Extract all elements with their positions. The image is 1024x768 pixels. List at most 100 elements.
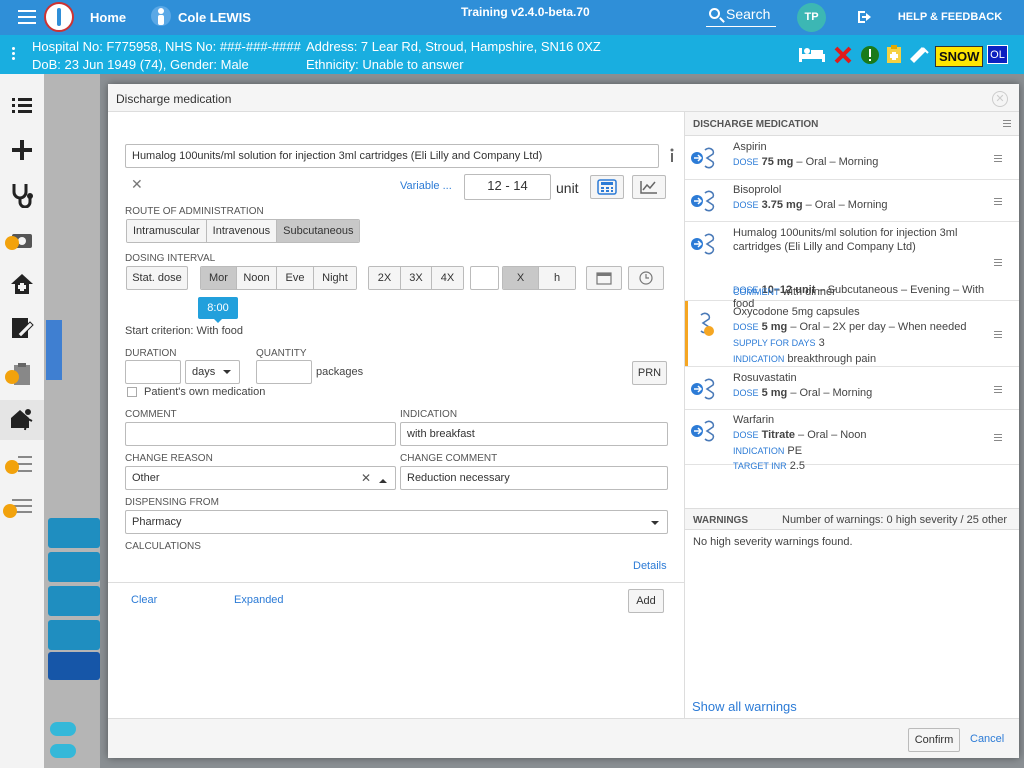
background-button	[48, 586, 100, 616]
indication-label: INDICATION	[400, 409, 458, 420]
item-menu-icon[interactable]	[994, 385, 1002, 395]
stethoscope-icon[interactable]	[8, 180, 36, 208]
list-icon[interactable]	[8, 92, 36, 120]
alert-icon[interactable]	[860, 45, 880, 65]
discharge-icon[interactable]	[8, 404, 36, 432]
quantity-input[interactable]	[256, 360, 312, 384]
calculator-button[interactable]	[590, 175, 624, 199]
home-add-icon[interactable]	[8, 270, 36, 298]
comment-input[interactable]	[125, 422, 396, 446]
medication-name: Bisoprolol	[733, 184, 782, 196]
item-menu-icon[interactable]	[994, 258, 1002, 268]
time-evening[interactable]: Eve	[277, 267, 314, 289]
home-link[interactable]: Home	[90, 10, 126, 25]
no-resus-icon[interactable]	[834, 46, 852, 64]
drug-name-field[interactable]: Humalog 100units/ml solution for injecti…	[125, 144, 659, 168]
medication-continue-icon	[691, 233, 715, 255]
time-morning[interactable]: Mor	[201, 267, 237, 289]
info-icon[interactable]	[668, 148, 676, 164]
medication-item[interactable]: Warfarin DOSE Titrate – Oral – Noon INDICA…	[685, 409, 1019, 472]
medication-item[interactable]: Oxycodone 5mg capsules DOSE 5 mg – Oral –…	[685, 301, 1019, 367]
freq-2x[interactable]: 2X	[369, 267, 401, 289]
route-intramuscular[interactable]: Intramuscular	[127, 220, 207, 242]
side-nav	[0, 74, 44, 768]
time-of-day-selector: Mor Noon Eve Night	[200, 266, 357, 290]
duration-unit-select[interactable]: days	[185, 360, 240, 384]
logout-icon[interactable]	[856, 9, 876, 25]
duration-unit-value: days	[192, 366, 216, 378]
dose-details: – Oral – Morning	[793, 156, 879, 168]
medication-name: Rosuvastatin	[733, 372, 797, 384]
calculations-label: CALCULATIONS	[125, 541, 201, 552]
snow-badge[interactable]: SNOW	[935, 46, 984, 67]
change-comment-input[interactable]: Reduction necessary	[400, 466, 668, 490]
change-reason-select[interactable]: Other ✕	[125, 466, 396, 490]
close-icon[interactable]: ✕	[992, 91, 1008, 107]
medication-pending-icon	[700, 312, 714, 336]
medication-name: Humalog 100units/ml solution for injecti…	[733, 227, 958, 253]
show-all-warnings-link[interactable]: Show all warnings	[692, 699, 797, 714]
chart-button[interactable]	[632, 175, 666, 199]
indication-input[interactable]: with breakfast	[400, 422, 668, 446]
syringe-icon[interactable]	[908, 46, 930, 64]
menu-icon[interactable]	[18, 10, 36, 24]
clipboard-icon[interactable]	[886, 44, 902, 64]
ol-badge[interactable]: OL	[987, 45, 1008, 64]
time-night[interactable]: Night	[314, 267, 356, 289]
calculator-icon	[597, 179, 617, 195]
details-link[interactable]: Details	[633, 560, 667, 572]
dose-caption: DOSE	[733, 430, 759, 440]
item-menu-icon[interactable]	[994, 434, 1002, 443]
patient-name[interactable]: Cole LEWIS	[178, 10, 251, 25]
clear-link[interactable]: Clear	[131, 594, 157, 606]
item-menu-icon[interactable]	[994, 331, 1002, 340]
time-noon[interactable]: Noon	[237, 267, 277, 289]
line-chart-icon	[640, 181, 657, 194]
add-button[interactable]: Add	[628, 589, 664, 613]
confirm-button[interactable]: Confirm	[908, 728, 960, 752]
freq-3x[interactable]: 3X	[401, 267, 432, 289]
variable-dose-link[interactable]: Variable ...	[400, 180, 452, 192]
duration-input[interactable]	[125, 360, 181, 384]
edit-document-icon[interactable]	[8, 314, 36, 342]
dispensing-select[interactable]: Pharmacy	[125, 510, 668, 534]
route-intravenous[interactable]: Intravenous	[206, 220, 278, 242]
medication-item[interactable]: Humalog 100units/ml solution for injecti…	[685, 222, 1019, 310]
app-logo[interactable]	[44, 2, 74, 32]
clear-drug-icon[interactable]: ✕	[131, 176, 143, 193]
freq-4x[interactable]: 4X	[432, 267, 463, 289]
medication-item[interactable]: Aspirin DOSE 75 mg – Oral – Morning	[685, 136, 1019, 180]
more-icon[interactable]	[12, 47, 16, 62]
menu-icon[interactable]	[1003, 120, 1011, 129]
clear-selection-icon[interactable]: ✕	[361, 471, 371, 485]
help-feedback-button[interactable]: HELP & FEEDBACK	[890, 5, 1010, 29]
medication-extra: INDICATION breakthrough pain	[733, 352, 989, 366]
prn-button[interactable]: PRN	[632, 361, 667, 385]
medication-dose: DOSE 3.75 mg – Oral – Morning	[733, 198, 989, 212]
calendar-button[interactable]	[586, 266, 622, 290]
user-avatar[interactable]: TP	[797, 3, 826, 32]
search-button[interactable]: Search	[706, 4, 776, 27]
interval-hours[interactable]: h	[539, 267, 575, 289]
discharge-title: DISCHARGE MEDICATION	[693, 119, 819, 130]
bed-icon[interactable]	[798, 44, 826, 64]
own-medication-checkbox[interactable]	[127, 387, 137, 397]
expanded-link[interactable]: Expanded	[234, 594, 284, 606]
add-icon[interactable]	[8, 136, 36, 164]
dose-details: – Oral – 2X per day – When needed	[787, 321, 967, 333]
dose-caption: DOSE	[733, 388, 759, 398]
medication-item[interactable]: Rosuvastatin DOSE 5 mg – Oral – Morning	[685, 367, 1019, 410]
dose-input[interactable]: 12 - 14	[464, 174, 551, 200]
interval-x[interactable]: X	[503, 267, 539, 289]
item-menu-icon[interactable]	[994, 155, 1002, 164]
interval-input[interactable]	[470, 266, 499, 290]
medication-continue-icon	[691, 420, 715, 442]
time-button[interactable]	[628, 266, 664, 290]
item-menu-icon[interactable]	[994, 197, 1002, 207]
chevron-up-icon	[379, 475, 387, 483]
medication-item[interactable]: Bisoprolol DOSE 3.75 mg – Oral – Morning	[685, 179, 1019, 222]
medication-continue-icon	[691, 147, 715, 169]
stat-dose-button[interactable]: Stat. dose	[126, 266, 188, 290]
route-subcutaneous[interactable]: Subcutaneous	[277, 220, 360, 242]
cancel-link[interactable]: Cancel	[970, 733, 1004, 745]
